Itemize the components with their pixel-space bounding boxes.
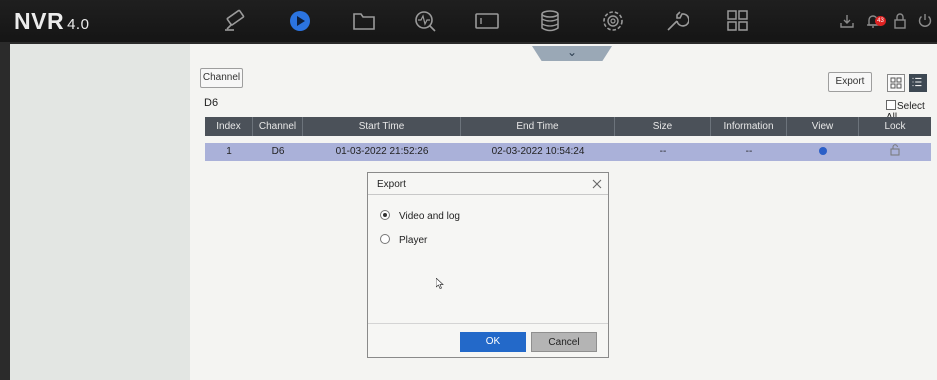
- column-header-index[interactable]: Index: [205, 117, 253, 136]
- brand-name: NVR: [14, 8, 65, 34]
- radio-label-video-and-log: Video and log: [399, 211, 460, 222]
- grid-icon[interactable]: [725, 9, 751, 33]
- dialog-footer: OK Cancel: [368, 323, 608, 359]
- mouse-cursor-icon: [436, 278, 444, 289]
- radio-label-player: Player: [399, 235, 428, 246]
- dialog-title: Export: [377, 179, 406, 190]
- radio-player[interactable]: Player: [380, 234, 427, 246]
- chevron-down-icon: ⌄: [566, 45, 578, 59]
- export-button[interactable]: Export: [828, 72, 872, 92]
- left-panel: [10, 44, 190, 380]
- storage-icon[interactable]: [537, 9, 563, 33]
- export-dialog: Export Video and log Player OK Cancel: [367, 172, 609, 358]
- cell-size: --: [659, 146, 667, 157]
- column-header-view[interactable]: View: [787, 117, 859, 136]
- cell-channel: D6: [271, 146, 285, 157]
- wrench-icon[interactable]: [663, 9, 689, 33]
- search-icon[interactable]: [412, 9, 438, 33]
- channel-button[interactable]: Channel: [200, 68, 243, 88]
- folder-icon[interactable]: [351, 9, 377, 33]
- column-header-channel[interactable]: Channel: [253, 117, 303, 136]
- dialog-header: Export: [368, 173, 608, 195]
- power-icon[interactable]: [918, 13, 932, 29]
- grid-view-icon: [890, 77, 902, 89]
- cell-index: 1: [226, 146, 232, 157]
- close-icon[interactable]: [591, 178, 603, 190]
- cancel-button[interactable]: Cancel: [531, 332, 597, 352]
- camera-icon[interactable]: [222, 9, 248, 33]
- playback-icon[interactable]: [287, 9, 313, 33]
- settings-icon[interactable]: [600, 9, 626, 33]
- table-row[interactable]: 1 D6 01-03-2022 21:52:26 02-03-2022 10:5…: [205, 143, 931, 161]
- alarm-count-badge: 43: [875, 16, 886, 26]
- radio-video-and-log[interactable]: Video and log: [380, 210, 460, 222]
- unlock-icon[interactable]: [889, 144, 901, 156]
- column-header-lock[interactable]: Lock: [859, 117, 931, 136]
- play-icon[interactable]: [819, 147, 827, 155]
- list-view-icon: [912, 77, 922, 87]
- list-view-button[interactable]: [909, 74, 927, 92]
- cell-start-time: 01-03-2022 21:52:26: [335, 146, 429, 157]
- app-logo: NVR 4.0: [14, 8, 89, 35]
- column-header-end-time[interactable]: End Time: [461, 117, 615, 136]
- cell-end-time: 02-03-2022 10:54:24: [491, 146, 585, 157]
- checkbox[interactable]: [886, 100, 896, 110]
- column-header-information[interactable]: Information: [711, 117, 787, 136]
- grid-view-button[interactable]: [887, 74, 905, 92]
- cell-view: [787, 143, 859, 161]
- lock-icon[interactable]: [893, 13, 907, 29]
- collapse-menu-tab[interactable]: ⌄: [532, 46, 612, 61]
- display-icon[interactable]: [474, 9, 500, 33]
- top-nav-bar: NVR 4.0 43: [0, 0, 937, 42]
- column-header-size[interactable]: Size: [615, 117, 711, 136]
- brand-version: 4.0: [67, 16, 90, 33]
- cell-information: --: [745, 146, 753, 157]
- radio-button-checked[interactable]: [380, 210, 390, 220]
- cell-lock: [859, 143, 931, 161]
- column-header-start-time[interactable]: Start Time: [303, 117, 461, 136]
- radio-button[interactable]: [380, 234, 390, 244]
- download-icon[interactable]: [840, 13, 854, 29]
- ok-button[interactable]: OK: [460, 332, 526, 352]
- table-header: Index Channel Start Time End Time Size I…: [205, 117, 931, 136]
- current-channel-label: D6: [204, 97, 219, 109]
